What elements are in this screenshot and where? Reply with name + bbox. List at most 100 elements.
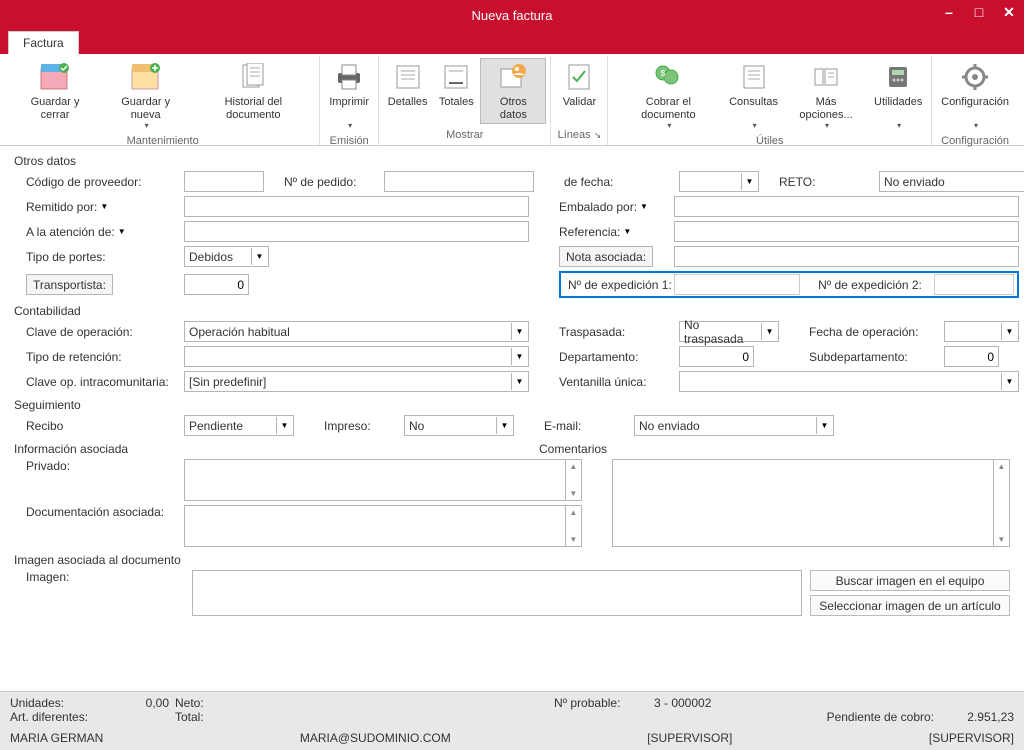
pendiente-label: Pendiente de cobro: [774, 710, 934, 724]
buscar-imagen-button[interactable]: Buscar imagen en el equipo [810, 570, 1010, 591]
scroll-comentarios[interactable]: ▲▼ [994, 459, 1010, 547]
n-exp2-label: Nº de expedición 2: [802, 278, 932, 292]
recibo-label: Recibo [14, 419, 184, 433]
save-new-icon [130, 61, 162, 93]
ribbon-group-mostrar: Detalles Totales Otros datos Mostrar [379, 56, 551, 145]
pendiente-value: 2.951,23 [934, 710, 1014, 724]
section-seguimiento: Seguimiento [14, 398, 1010, 412]
ribbon: Guardar y cerrar Guardar y nueva▾ Histor… [0, 54, 1024, 146]
remitido-input[interactable] [184, 196, 529, 217]
subdepartamento-label: Subdepartamento: [809, 350, 944, 364]
codigo-proveedor-input[interactable] [184, 171, 264, 192]
privado-textarea[interactable] [184, 459, 566, 501]
referencia-label[interactable]: Referencia:▼ [559, 225, 674, 239]
total-label: Total: [175, 710, 235, 724]
n-exp1-input[interactable] [674, 274, 800, 295]
privado-label: Privado: [14, 459, 184, 473]
subdepartamento-input[interactable] [944, 346, 999, 367]
embalado-input[interactable] [674, 196, 1019, 217]
embalado-label[interactable]: Embalado por:▼ [559, 200, 674, 214]
fecha-op-combo[interactable]: ▼ [944, 321, 1019, 342]
titlebar: Nueva factura – □ ✕ [0, 0, 1024, 30]
consultas-button[interactable]: Consultas▾ [724, 58, 783, 133]
tipo-portes-combo[interactable]: Debidos▼ [184, 246, 269, 267]
close-button[interactable]: ✕ [994, 0, 1024, 24]
svg-text:$: $ [661, 69, 666, 78]
remitido-label[interactable]: Remitido por:▼ [14, 200, 184, 214]
otros-datos-button[interactable]: Otros datos [480, 58, 546, 124]
doc-asociada-label: Documentación asociada: [14, 505, 184, 519]
traspasada-label: Traspasada: [559, 325, 679, 339]
doc-asociada-textarea[interactable] [184, 505, 566, 547]
utilities-icon [882, 61, 914, 93]
section-info-asociada: Información asociada [14, 442, 497, 456]
section-imagen: Imagen asociada al documento [14, 553, 1010, 567]
validar-button[interactable]: Validar [555, 58, 603, 112]
tipo-retencion-combo[interactable]: ▼ [184, 346, 529, 367]
email-label: E-mail: [544, 419, 604, 433]
totales-button[interactable]: Totales [432, 58, 480, 112]
impreso-label: Impreso: [324, 419, 404, 433]
email-combo[interactable]: No enviado▼ [634, 415, 834, 436]
n-pedido-input[interactable] [384, 171, 534, 192]
validate-icon [563, 61, 595, 93]
ventanilla-combo[interactable]: ▼ [679, 371, 1019, 392]
guardar-cerrar-button[interactable]: Guardar y cerrar [10, 58, 100, 124]
transportista-input[interactable] [184, 274, 249, 295]
status-email: MARIA@SUDOMINIO.COM [300, 731, 451, 745]
reto-label: RETO: [779, 175, 815, 189]
scroll-privado[interactable]: ▲▼ [566, 459, 582, 501]
seleccionar-imagen-button[interactable]: Seleccionar imagen de un artículo [810, 595, 1010, 616]
save-close-icon [39, 61, 71, 93]
ribbon-group-mantenimiento: Guardar y cerrar Guardar y nueva▾ Histor… [6, 56, 320, 145]
atencion-input[interactable] [184, 221, 529, 242]
tabstrip: Factura [0, 30, 1024, 54]
n-exp2-input[interactable] [934, 274, 1014, 295]
minimize-button[interactable]: – [934, 0, 964, 24]
maximize-button[interactable]: □ [964, 0, 994, 24]
cobrar-button[interactable]: $ Cobrar el documento▾ [612, 58, 724, 133]
n-probable-label: Nº probable: [554, 696, 654, 710]
imprimir-button[interactable]: Imprimir▾ [324, 58, 374, 133]
tab-factura[interactable]: Factura [8, 31, 79, 54]
configuracion-button[interactable]: Configuración▾ [936, 58, 1014, 133]
clave-intra-label: Clave op. intracomunitaria: [14, 375, 184, 389]
comentarios-label: Comentarios [527, 442, 1010, 456]
codigo-proveedor-label: Código de proveedor: [14, 175, 184, 189]
clave-intra-combo[interactable]: [Sin predefinir]▼ [184, 371, 529, 392]
unidades-label: Unidades: [10, 696, 120, 710]
nota-asociada-input[interactable] [674, 246, 1019, 267]
print-icon [333, 61, 365, 93]
impreso-combo[interactable]: No▼ [404, 415, 514, 436]
referencia-input[interactable] [674, 221, 1019, 242]
nota-asociada-button[interactable]: Nota asociada: [559, 246, 653, 267]
transportista-button[interactable]: Transportista: [26, 274, 113, 295]
reto-combo[interactable]: No enviado▼ [879, 171, 1024, 192]
section-contabilidad: Contabilidad [14, 304, 1010, 318]
atencion-label[interactable]: A la atención de:▼ [14, 225, 184, 239]
expedicion-box: Nº de expedición 1: Nº de expedición 2: [559, 271, 1019, 298]
de-fecha-combo[interactable]: ▼ [679, 171, 759, 192]
status-user: MARIA GERMAN [10, 731, 103, 745]
ribbon-group-utiles: $ Cobrar el documento▾ Consultas▾ Más op… [608, 56, 932, 145]
fecha-op-label: Fecha de operación: [809, 325, 944, 339]
recibo-combo[interactable]: Pendiente▼ [184, 415, 294, 436]
departamento-input[interactable] [679, 346, 754, 367]
clave-op-combo[interactable]: Operación habitual▼ [184, 321, 529, 342]
tipo-retencion-label: Tipo de retención: [14, 350, 184, 364]
n-pedido-label: Nº de pedido: [284, 175, 384, 189]
departamento-label: Departamento: [559, 350, 679, 364]
detalles-button[interactable]: Detalles [383, 58, 432, 112]
status-role-2: [SUPERVISOR] [929, 731, 1014, 745]
n-probable-value: 3 - 000002 [654, 696, 774, 710]
queries-icon [738, 61, 770, 93]
utilidades-button[interactable]: Utilidades▾ [869, 58, 927, 133]
scroll-doc[interactable]: ▲▼ [566, 505, 582, 547]
unidades-value: 0,00 [120, 696, 175, 710]
historial-button[interactable]: Historial del documento [191, 58, 315, 124]
guardar-nueva-button[interactable]: Guardar y nueva▾ [100, 58, 191, 133]
traspasada-combo[interactable]: No traspasada▼ [679, 321, 779, 342]
history-icon [237, 61, 269, 93]
mas-opciones-button[interactable]: Más opciones...▾ [783, 58, 869, 133]
comentarios-textarea[interactable] [612, 459, 994, 547]
